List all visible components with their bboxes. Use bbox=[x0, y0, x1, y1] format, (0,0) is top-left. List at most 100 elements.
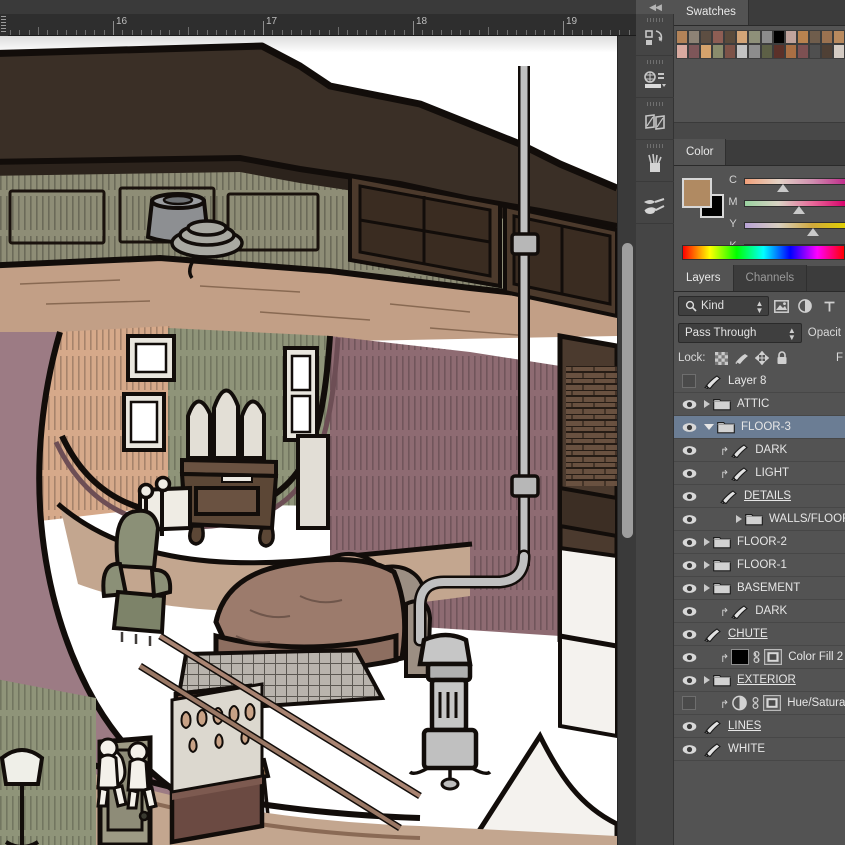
swatch[interactable] bbox=[772, 30, 785, 45]
artboard[interactable] bbox=[0, 36, 617, 845]
layer-row[interactable]: EXTERIOR bbox=[674, 669, 845, 692]
layer-visibility-toggle[interactable] bbox=[674, 393, 704, 415]
layer-row-content[interactable]: ↳ Color Fill 2 bbox=[704, 649, 845, 665]
color-slider-y[interactable]: Y bbox=[726, 218, 845, 236]
layer-name[interactable]: DARK bbox=[755, 444, 787, 456]
layer-visibility-toggle[interactable] bbox=[674, 462, 704, 484]
layer-visibility-toggle[interactable] bbox=[674, 600, 704, 622]
layer-thumbnail[interactable] bbox=[713, 673, 731, 687]
tab-color[interactable]: Color bbox=[674, 139, 727, 165]
adjustment-filter-icon[interactable] bbox=[793, 295, 817, 317]
layer-row-content[interactable]: WALLS/FLOORS/D bbox=[704, 512, 845, 526]
layer-row-content[interactable]: EXTERIOR bbox=[704, 673, 845, 687]
layer-visibility-toggle[interactable] bbox=[674, 370, 704, 392]
foreground-background-swatches[interactable] bbox=[682, 178, 726, 218]
brush-panel-icon[interactable] bbox=[636, 140, 674, 182]
layer-row[interactable]: CHUTE bbox=[674, 623, 845, 646]
swatch[interactable] bbox=[808, 30, 821, 45]
layer-filter-kind-select[interactable]: Kind ▲ ▼ bbox=[678, 296, 770, 316]
swatch[interactable] bbox=[760, 30, 773, 45]
layer-thumbnail[interactable] bbox=[704, 373, 722, 389]
layer-row[interactable]: ↳ DARK bbox=[674, 600, 845, 623]
layer-visibility-toggle[interactable] bbox=[674, 439, 704, 461]
layer-thumbnail[interactable] bbox=[731, 442, 749, 458]
layer-row[interactable]: FLOOR-3 bbox=[674, 416, 845, 439]
layer-name[interactable]: Color Fill 2 bbox=[788, 651, 843, 663]
layer-name[interactable]: WHITE bbox=[728, 743, 765, 755]
swatch[interactable] bbox=[808, 44, 821, 59]
layer-row-content[interactable]: ATTIC bbox=[704, 397, 845, 411]
swatch[interactable] bbox=[700, 30, 713, 45]
layer-row[interactable]: DETAILS bbox=[674, 485, 845, 508]
layer-thumbnail[interactable] bbox=[713, 581, 731, 595]
layer-row[interactable]: FLOOR-1 bbox=[674, 554, 845, 577]
swatch[interactable] bbox=[724, 44, 737, 59]
layer-row-content[interactable]: DETAILS bbox=[704, 488, 845, 504]
color-panel[interactable]: CMYK bbox=[674, 166, 845, 266]
layer-thumbnail[interactable] bbox=[704, 741, 722, 757]
layer-row-content[interactable]: CHUTE bbox=[704, 626, 845, 642]
tab-layers[interactable]: Layers bbox=[674, 265, 734, 291]
layer-row[interactable]: WALLS/FLOORS/D bbox=[674, 508, 845, 531]
layer-row-content[interactable]: WHITE bbox=[704, 741, 845, 757]
layer-thumbnail[interactable] bbox=[704, 718, 722, 734]
styles-panel-icon[interactable] bbox=[636, 98, 674, 140]
layer-visibility-toggle[interactable] bbox=[674, 508, 704, 530]
layer-visibility-toggle[interactable] bbox=[674, 738, 704, 760]
swatch[interactable] bbox=[736, 30, 749, 45]
layer-thumbnail[interactable] bbox=[731, 465, 749, 481]
layer-row-content[interactable]: ↳ LIGHT bbox=[704, 465, 845, 481]
expand-triangle-icon[interactable] bbox=[704, 584, 710, 592]
canvas-viewport[interactable] bbox=[0, 36, 636, 845]
layer-row-content[interactable]: ↳ Hue/Saturatio bbox=[704, 695, 845, 711]
history-panel-icon[interactable] bbox=[636, 14, 674, 56]
layer-name[interactable]: FLOOR-1 bbox=[737, 559, 787, 571]
layer-row-content[interactable]: ↳ DARK bbox=[704, 442, 845, 458]
expand-triangle-icon[interactable] bbox=[704, 676, 710, 684]
expand-triangle-icon[interactable] bbox=[704, 561, 710, 569]
layer-name[interactable]: Layer 8 bbox=[728, 375, 766, 387]
collapse-triangle-icon[interactable] bbox=[704, 424, 714, 430]
layer-thumbnail[interactable] bbox=[731, 603, 749, 619]
blend-mode-select[interactable]: Pass Through ▲ ▼ bbox=[678, 323, 802, 343]
layer-name[interactable]: FLOOR-3 bbox=[741, 421, 791, 433]
swatch[interactable] bbox=[676, 30, 689, 45]
layer-visibility-toggle[interactable] bbox=[674, 531, 704, 553]
swatch[interactable] bbox=[820, 30, 834, 45]
lock-all-icon[interactable] bbox=[772, 349, 792, 367]
swatch[interactable] bbox=[676, 44, 689, 59]
layer-visibility-toggle[interactable] bbox=[674, 485, 704, 507]
swatch[interactable] bbox=[784, 30, 797, 45]
color-spectrum-ramp[interactable] bbox=[682, 245, 845, 260]
image-filter-icon[interactable] bbox=[769, 295, 793, 317]
layer-row[interactable]: ↳ Color Fill 2 bbox=[674, 646, 845, 669]
color-slider-m[interactable]: M bbox=[726, 196, 845, 214]
adjustments-panel-icon[interactable] bbox=[636, 56, 674, 98]
layer-name[interactable]: FLOOR-2 bbox=[737, 536, 787, 548]
color-slider-track[interactable] bbox=[744, 178, 845, 185]
layer-row[interactable]: WHITE bbox=[674, 738, 845, 761]
swatch[interactable] bbox=[748, 30, 761, 45]
layer-row-content[interactable]: FLOOR-1 bbox=[704, 558, 845, 572]
layer-row-content[interactable]: LINES bbox=[704, 718, 845, 734]
lock-image-pixels-icon[interactable] bbox=[732, 349, 752, 367]
layer-name[interactable]: EXTERIOR bbox=[737, 674, 796, 686]
layer-name[interactable]: LIGHT bbox=[755, 467, 789, 479]
layer-row[interactable]: LINES bbox=[674, 715, 845, 738]
layer-visibility-toggle[interactable] bbox=[674, 416, 704, 438]
layer-visibility-toggle[interactable] bbox=[674, 623, 704, 645]
swatch-row-1[interactable] bbox=[676, 30, 845, 45]
swatch[interactable] bbox=[760, 44, 773, 59]
layer-row-content[interactable]: Layer 8 bbox=[704, 373, 845, 389]
layer-name[interactable]: DARK bbox=[755, 605, 787, 617]
swatch[interactable] bbox=[712, 44, 725, 59]
layer-thumbnail[interactable] bbox=[731, 695, 782, 711]
layer-row-content[interactable]: BASEMENT bbox=[704, 581, 845, 595]
layer-visibility-off-box[interactable] bbox=[682, 374, 696, 388]
swatch[interactable] bbox=[820, 44, 834, 59]
chevron-updown-icon[interactable]: ▲ ▼ bbox=[788, 327, 796, 342]
layer-name[interactable]: DETAILS bbox=[744, 490, 791, 502]
layer-visibility-toggle[interactable] bbox=[674, 669, 704, 691]
swatch[interactable] bbox=[772, 44, 785, 59]
layer-visibility-toggle[interactable] bbox=[674, 577, 704, 599]
